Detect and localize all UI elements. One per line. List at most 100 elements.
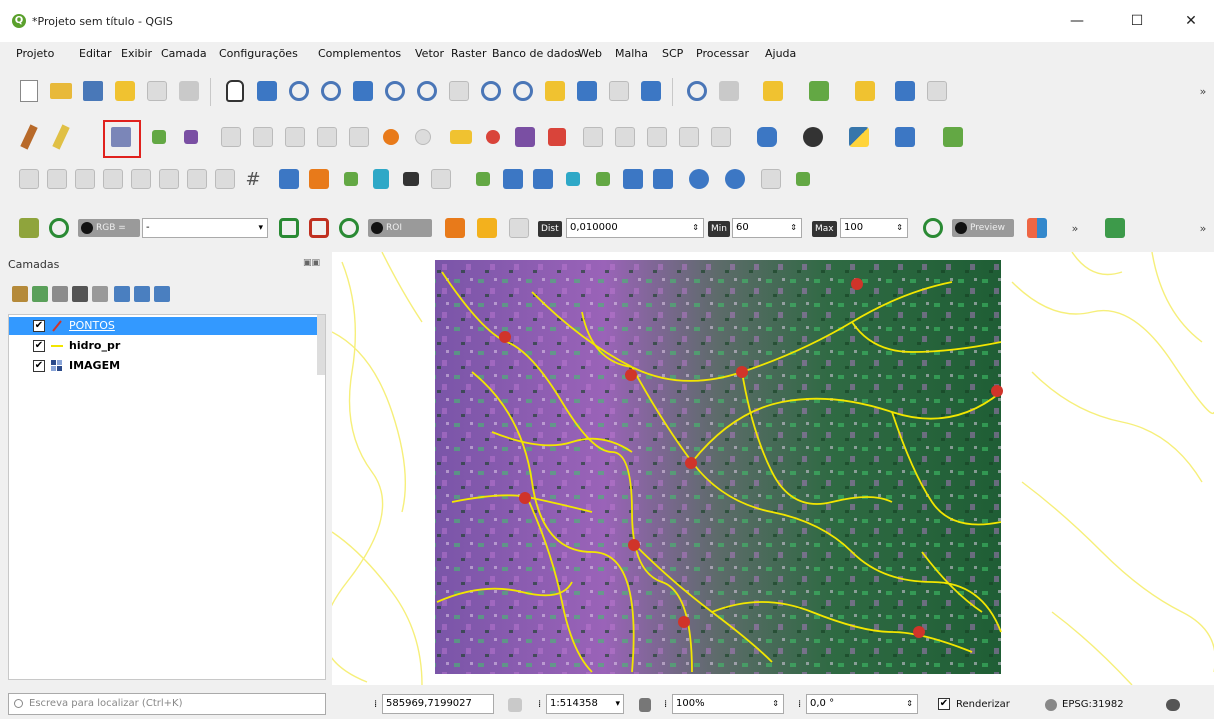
- pin-labels-icon[interactable]: [480, 124, 506, 150]
- open-project-icon[interactable]: [48, 78, 74, 104]
- bookmark-icon[interactable]: [606, 78, 632, 104]
- redo-roi-icon[interactable]: [506, 215, 532, 241]
- new-shapefile-icon[interactable]: [338, 166, 364, 192]
- add-xyz-layer-icon[interactable]: [758, 166, 784, 192]
- plugin-icon[interactable]: [800, 124, 826, 150]
- local-cumulative-stretch-icon[interactable]: [276, 215, 302, 241]
- filter-by-expression-icon[interactable]: [92, 286, 108, 302]
- map-canvas[interactable]: [332, 252, 1214, 685]
- add-postgis-layer-icon[interactable]: [620, 166, 646, 192]
- layers-scrollbar[interactable]: [317, 315, 325, 375]
- zoom-in-icon[interactable]: [286, 78, 312, 104]
- zoom-native-icon[interactable]: [446, 78, 472, 104]
- menu-editar[interactable]: Editar: [79, 47, 112, 60]
- new-gpkg-icon[interactable]: [368, 166, 394, 192]
- zoom-to-input-image-icon[interactable]: [46, 215, 72, 241]
- new-project-icon[interactable]: [16, 78, 42, 104]
- layer-row-pontos[interactable]: ✔ PONTOS: [9, 317, 323, 335]
- menu-scp[interactable]: SCP: [662, 47, 683, 60]
- refresh-icon[interactable]: [638, 78, 664, 104]
- snap-intersection-icon[interactable]: [100, 166, 126, 192]
- close-button[interactable]: ✕: [1176, 12, 1206, 30]
- add-mesh-layer-icon[interactable]: [530, 166, 556, 192]
- paste-features-icon[interactable]: [346, 124, 372, 150]
- menu-banco-de-dados[interactable]: Banco de dados: [492, 47, 580, 60]
- magnifier-spinbox[interactable]: 100% ⇕: [672, 694, 784, 714]
- style-manager-icon[interactable]: [176, 78, 202, 104]
- add-raster-layer-icon[interactable]: [500, 166, 526, 192]
- grass-icon[interactable]: [940, 124, 966, 150]
- rgb-combo[interactable]: - ▾: [142, 218, 268, 238]
- maximize-button[interactable]: ☐: [1122, 12, 1152, 30]
- help-icon[interactable]: [892, 124, 918, 150]
- menu-malha[interactable]: Malha: [615, 47, 648, 60]
- zoom-to-roi-icon[interactable]: [336, 215, 362, 241]
- zoom-out-icon[interactable]: [318, 78, 344, 104]
- add-mssql-layer-icon[interactable]: [650, 166, 676, 192]
- point-marker[interactable]: [851, 278, 863, 290]
- lock-scale-icon[interactable]: [632, 692, 658, 718]
- zoom-to-layer-icon[interactable]: [414, 78, 440, 104]
- toolbar-more-icon[interactable]: »: [1190, 78, 1214, 104]
- rotation-spinbox[interactable]: 0,0 ° ⇕: [806, 694, 918, 714]
- remove-layer-icon[interactable]: [154, 286, 170, 302]
- label-tool-icon[interactable]: [448, 124, 474, 150]
- menu-vetor[interactable]: Vetor: [415, 47, 444, 60]
- filter-legend-icon[interactable]: [72, 286, 88, 302]
- point-marker[interactable]: [499, 331, 511, 343]
- identify-icon[interactable]: [684, 78, 710, 104]
- delete-selected-icon[interactable]: [250, 124, 276, 150]
- menu-exibir[interactable]: Exibir: [121, 47, 152, 60]
- move-label-icon[interactable]: [544, 124, 570, 150]
- cut-features-icon[interactable]: [282, 124, 308, 150]
- preview-toggle[interactable]: Preview: [952, 219, 1014, 237]
- new-map-view-icon[interactable]: [542, 78, 568, 104]
- collapse-all-icon[interactable]: [134, 286, 150, 302]
- menu-projeto[interactable]: Projeto: [16, 47, 54, 60]
- min-spinbox[interactable]: 60 ⇕: [732, 218, 802, 238]
- menu-web[interactable]: Web: [578, 47, 602, 60]
- new-temporary-layer-icon[interactable]: [790, 166, 816, 192]
- minimize-button[interactable]: —: [1062, 12, 1092, 30]
- current-edits-icon[interactable]: [16, 124, 42, 150]
- print-layout-icon[interactable]: [144, 78, 170, 104]
- render-checkbox[interactable]: ✔: [938, 698, 950, 710]
- highlight-labels-icon[interactable]: [512, 124, 538, 150]
- add-spatialite-layer-icon[interactable]: [590, 166, 616, 192]
- layer-visibility-checkbox[interactable]: ✔: [33, 360, 45, 372]
- pan-to-selection-icon[interactable]: [254, 78, 280, 104]
- run-action-icon[interactable]: [716, 78, 742, 104]
- add-group-icon[interactable]: [32, 286, 48, 302]
- add-wcs-layer-icon[interactable]: [722, 166, 748, 192]
- add-wms-layer-icon[interactable]: [686, 166, 712, 192]
- temporal-controller-icon[interactable]: [574, 78, 600, 104]
- undo-icon[interactable]: [378, 124, 404, 150]
- copy-features-icon[interactable]: [314, 124, 340, 150]
- grid-icon[interactable]: #: [240, 166, 266, 192]
- show-hide-labels-icon[interactable]: [644, 124, 670, 150]
- point-marker[interactable]: [913, 626, 925, 638]
- messages-icon[interactable]: [1160, 692, 1186, 718]
- scp-dock-icon[interactable]: [16, 215, 42, 241]
- zoom-to-preview-icon[interactable]: [920, 215, 946, 241]
- activate-roi-pointer-icon[interactable]: [474, 215, 500, 241]
- snap-vertex-icon[interactable]: [72, 166, 98, 192]
- attribute-table-icon[interactable]: [892, 78, 918, 104]
- menu-configuracoes[interactable]: Configurações: [219, 47, 298, 60]
- select-features-icon[interactable]: [760, 78, 786, 104]
- redo-icon[interactable]: [410, 124, 436, 150]
- rgb-toggle[interactable]: RGB =: [78, 219, 140, 237]
- field-calculator-icon[interactable]: [924, 78, 950, 104]
- crs-label[interactable]: EPSG:31982: [1062, 699, 1124, 710]
- point-marker[interactable]: [991, 385, 1003, 397]
- toggle-extents-icon[interactable]: [502, 692, 528, 718]
- zoom-last-icon[interactable]: [478, 78, 504, 104]
- rotate-label-icon[interactable]: [580, 124, 606, 150]
- add-raster-icon[interactable]: [276, 166, 302, 192]
- point-marker[interactable]: [678, 616, 690, 628]
- avoid-overlap-icon[interactable]: [156, 166, 182, 192]
- layer-visibility-checkbox[interactable]: ✔: [33, 320, 45, 332]
- menu-ajuda[interactable]: Ajuda: [765, 47, 796, 60]
- menu-camada[interactable]: Camada: [161, 47, 207, 60]
- layer-visibility-checkbox[interactable]: ✔: [33, 340, 45, 352]
